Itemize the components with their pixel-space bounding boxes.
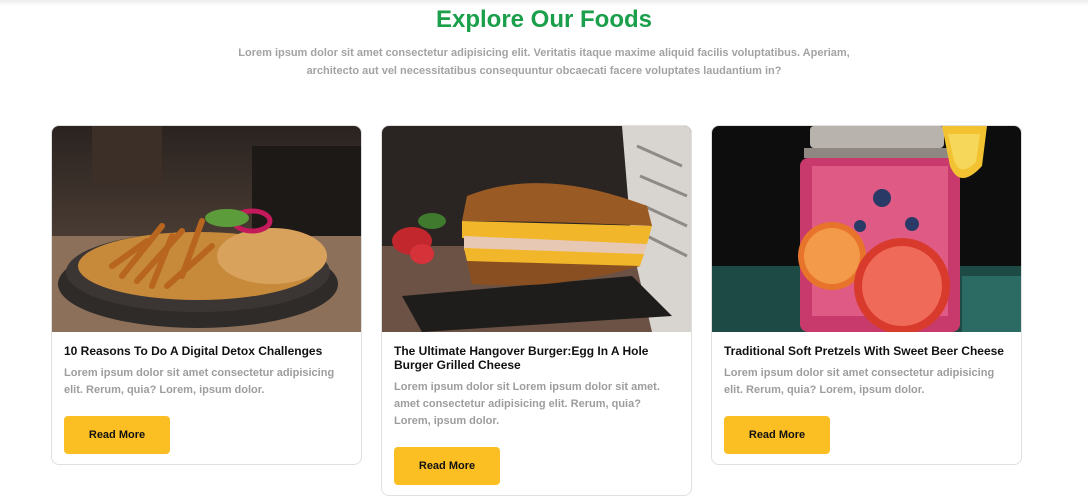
card-description: Lorem ipsum dolor sit amet consectetur a… [64,365,349,399]
title-line: Burger Grilled Cheese [394,358,521,372]
card-description: Lorem ipsum dolor sit amet consectetur a… [724,365,1009,399]
subtitle-line-1: Lorem ipsum dolor sit amet consectetur a… [238,47,850,59]
desc-line: Lorem ipsum dolor sit amet consectetur a… [64,367,335,379]
section-subtitle: Lorem ipsum dolor sit amet consectetur a… [214,44,874,80]
fries-basket-image [52,126,361,332]
read-more-button[interactable]: Read More [724,416,830,454]
subtitle-line-2: architecto aut vel necessitatibus conseq… [306,65,782,77]
food-card: The Ultimate Hangover Burger:Egg In A Ho… [381,125,692,496]
food-card: Traditional Soft Pretzels With Sweet Bee… [711,125,1022,465]
card-title: The Ultimate Hangover Burger:Egg In A Ho… [394,344,679,372]
desc-line: Lorem ipsum dolor sit amet consectetur a… [724,367,995,379]
desc-line: Lorem, ipsum dolor. [394,415,500,427]
card-title: Traditional Soft Pretzels With Sweet Bee… [724,344,1004,358]
card-description: Lorem ipsum dolor sit Lorem ipsum dolor … [394,379,679,430]
grilled-cheese-image [382,126,691,332]
section-title: Explore Our Foods [435,6,653,33]
card-title: 10 Reasons To Do A Digital Detox Challen… [64,344,323,358]
desc-line: amet consectetur adipisicing elit. Rerum… [394,398,641,410]
title-line: The Ultimate Hangover Burger:Egg In A Ho… [394,344,649,358]
desc-line: elit. Rerum, quia? Lorem, ipsum dolor. [64,384,265,396]
food-card: 10 Reasons To Do A Digital Detox Challen… [51,125,362,465]
desc-line: elit. Rerum, quia? Lorem, ipsum dolor. [724,384,925,396]
pink-lemonade-image [712,126,1021,332]
desc-line: Lorem ipsum dolor sit Lorem ipsum dolor … [394,381,660,393]
read-more-button[interactable]: Read More [64,416,170,454]
read-more-button[interactable]: Read More [394,447,500,485]
